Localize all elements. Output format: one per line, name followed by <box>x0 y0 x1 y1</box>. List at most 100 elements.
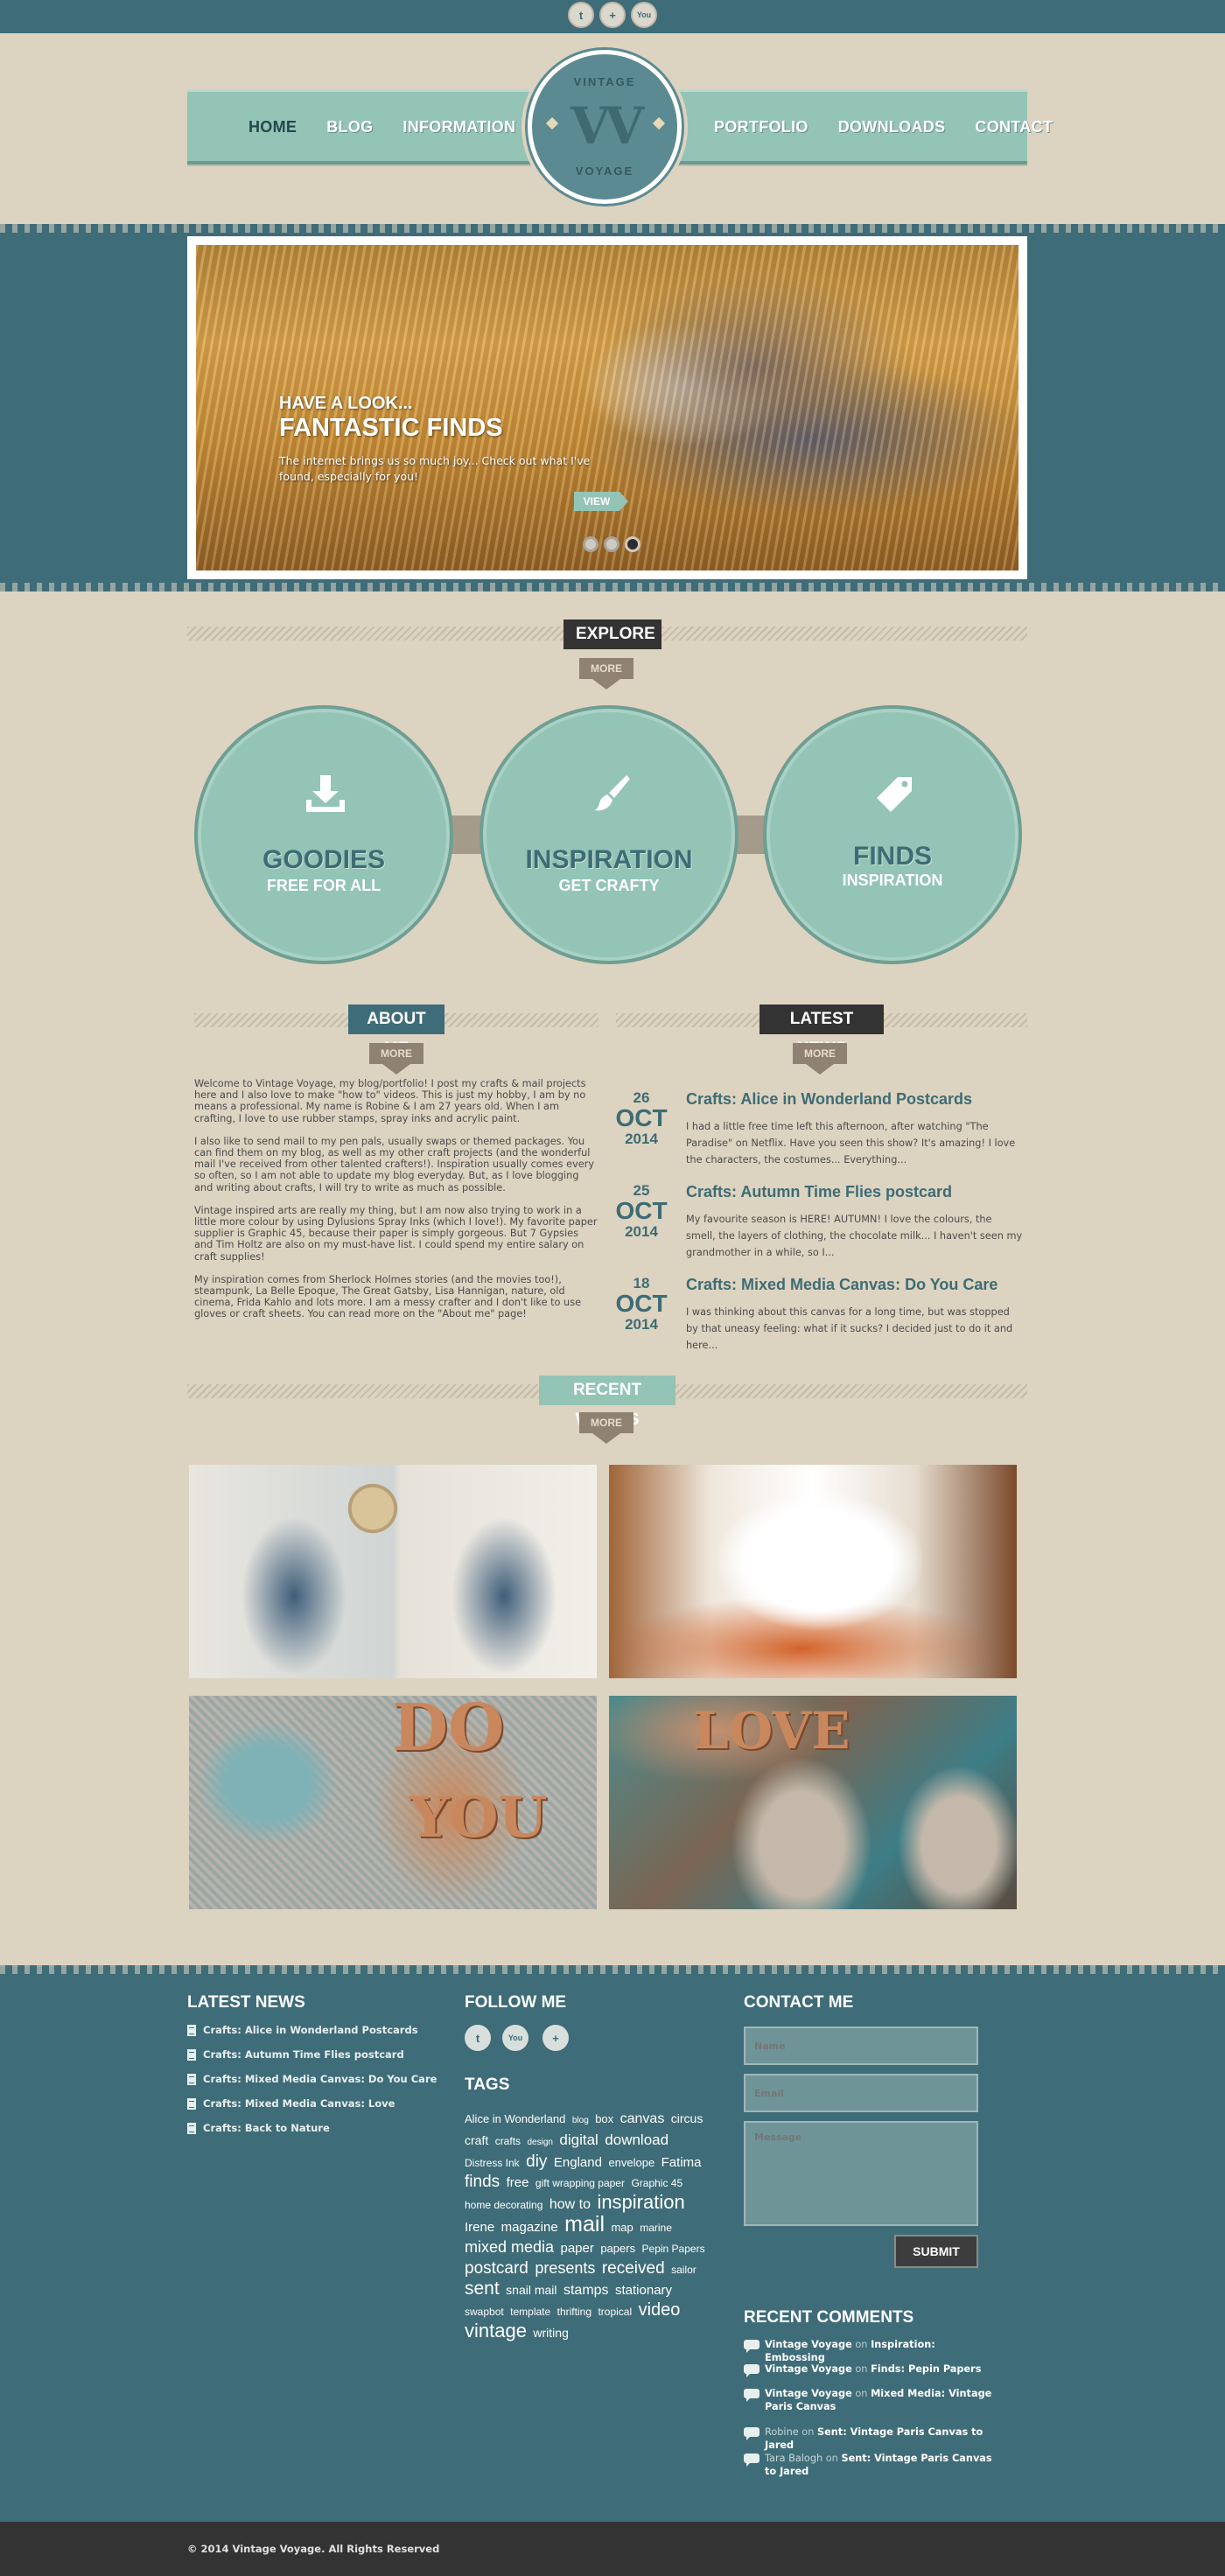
tag-link[interactable]: box <box>595 2112 613 2125</box>
tag-link[interactable]: magazine <box>501 2220 558 2235</box>
tag-link[interactable]: sailor <box>671 2264 696 2276</box>
footer-news-link[interactable]: Crafts: Autumn Time Flies postcard <box>187 2048 437 2072</box>
explore-more[interactable]: MORE <box>579 658 634 690</box>
tag-link[interactable]: craft <box>465 2133 488 2147</box>
explore-finds[interactable]: FINDS INSPIRATION <box>763 705 1022 964</box>
contact-message-field[interactable] <box>744 2121 978 2226</box>
comment-author: Robine <box>765 2426 799 2438</box>
youtube-icon[interactable]: You <box>631 2 657 28</box>
work-alice-postcards[interactable] <box>189 1465 597 1678</box>
tag-link[interactable]: video <box>639 2300 681 2320</box>
tag-link[interactable]: home decorating <box>465 2199 542 2211</box>
slider-dot-2[interactable] <box>604 536 620 552</box>
footer-news-title[interactable]: Crafts: Autumn Time Flies postcard <box>203 2048 404 2061</box>
tag-link[interactable]: stationary <box>615 2283 672 2298</box>
about-more-label[interactable]: MORE <box>369 1043 424 1064</box>
tag-link[interactable]: Fatima <box>662 2155 702 2170</box>
nav-item-information[interactable]: INFORMATION <box>402 118 515 136</box>
slider-dot-1[interactable] <box>583 536 598 552</box>
site-logo[interactable]: VINTAGE VV VOYAGE <box>522 44 688 210</box>
news-title-link[interactable]: Crafts: Mixed Media Canvas: Do You Care <box>686 1276 998 1294</box>
works-more-label[interactable]: MORE <box>579 1412 634 1433</box>
plus-icon[interactable]: + <box>542 2025 569 2051</box>
youtube-icon[interactable]: You <box>502 2025 528 2051</box>
tag-link[interactable]: stamps <box>564 2283 609 2298</box>
tag-link[interactable]: Irene <box>465 2220 494 2235</box>
slide-view-button[interactable]: VIEW <box>574 492 628 511</box>
plus-icon[interactable]: + <box>599 2 626 28</box>
comment-post-link[interactable]: Finds: Pepin Papers <box>871 2363 981 2375</box>
work-autumn-bench[interactable] <box>609 1465 1017 1678</box>
contact-name-field[interactable] <box>744 2026 978 2065</box>
explore-inspiration[interactable]: INSPIRATION GET CRAFTY <box>480 705 738 964</box>
tag-link[interactable]: writing <box>533 2326 568 2340</box>
twitter-icon[interactable]: t <box>465 2025 491 2051</box>
tag-link[interactable]: Distress Ink <box>465 2157 520 2169</box>
tag-link[interactable]: free <box>507 2175 529 2190</box>
tag-link[interactable]: Pepin Papers <box>642 2243 705 2255</box>
tag-link[interactable]: mail <box>564 2212 605 2236</box>
footer-news-title[interactable]: Crafts: Back to Nature <box>203 2122 330 2134</box>
tag-link[interactable]: blog <box>572 2116 589 2125</box>
nav-item-blog[interactable]: BLOG <box>326 118 373 136</box>
nav-item-portfolio[interactable]: PORTFOLIO <box>714 118 808 136</box>
twitter-icon[interactable]: t <box>568 2 594 28</box>
works-more[interactable]: MORE <box>579 1412 634 1444</box>
footer-news-link[interactable]: Crafts: Mixed Media Canvas: Do You Care <box>187 2072 437 2096</box>
tag-link[interactable]: presents <box>535 2259 595 2277</box>
tag-link[interactable]: design <box>527 2138 552 2147</box>
tag-link[interactable]: vintage <box>465 2320 527 2342</box>
tag-link[interactable]: how to <box>550 2197 591 2212</box>
tag-link[interactable]: mixed media <box>465 2238 554 2256</box>
tag-link[interactable]: envelope <box>608 2156 654 2169</box>
nav-item-contact[interactable]: CONTACT <box>975 118 1053 136</box>
tag-link[interactable]: circus <box>671 2111 704 2125</box>
tag-link[interactable]: Alice in Wonderland <box>465 2112 565 2125</box>
about-more[interactable]: MORE <box>369 1043 424 1074</box>
tag-link[interactable]: postcard <box>465 2259 528 2278</box>
contact-submit-button[interactable]: SUBMIT <box>894 2235 978 2268</box>
tag-link[interactable]: canvas <box>620 2111 665 2126</box>
tag-link[interactable]: received <box>602 2259 665 2278</box>
tag-link[interactable]: gift wrapping paper <box>536 2177 625 2189</box>
tag-link[interactable]: diy <box>526 2152 547 2171</box>
explore-goodies[interactable]: GOODIES FREE FOR ALL <box>194 705 453 964</box>
nav-item-home[interactable]: HOME <box>248 118 297 136</box>
footer-news-link[interactable]: Crafts: Back to Nature <box>187 2121 437 2146</box>
footer-news-title[interactable]: Crafts: Mixed Media Canvas: Love <box>203 2097 395 2110</box>
tag-link[interactable]: template <box>510 2306 550 2318</box>
tag-link[interactable]: sent <box>465 2278 500 2299</box>
footer-news-link[interactable]: Crafts: Alice in Wonderland Postcards <box>187 2023 437 2048</box>
tag-link[interactable]: swapbot <box>465 2306 504 2318</box>
tag-link[interactable]: paper <box>561 2241 594 2256</box>
tag-link[interactable]: England <box>554 2155 602 2170</box>
news-more-label[interactable]: MORE <box>793 1043 847 1064</box>
comment-author-link[interactable]: Vintage Voyage <box>765 2363 852 2375</box>
tag-link[interactable]: papers <box>600 2242 635 2255</box>
nav-item-downloads[interactable]: DOWNLOADS <box>838 118 946 136</box>
footer-news-link[interactable]: Crafts: Mixed Media Canvas: Love <box>187 2096 437 2121</box>
tag-link[interactable]: Graphic 45 <box>631 2177 682 2189</box>
tag-link[interactable]: map <box>611 2221 633 2234</box>
news-more[interactable]: MORE <box>793 1043 847 1074</box>
contact-email-field[interactable] <box>744 2074 978 2112</box>
work-do-you-care-canvas[interactable]: DO YOU <box>189 1696 597 1909</box>
tag-link[interactable]: inspiration <box>597 2191 684 2213</box>
tag-link[interactable]: marine <box>640 2222 672 2234</box>
tag-link[interactable]: finds <box>465 2173 500 2191</box>
tag-link[interactable]: digital <box>559 2132 598 2148</box>
tag-link[interactable]: thrifting <box>557 2306 592 2318</box>
explore-more-label[interactable]: MORE <box>579 658 634 679</box>
tag-link[interactable]: tropical <box>598 2306 632 2318</box>
news-title-link[interactable]: Crafts: Alice in Wonderland Postcards <box>686 1090 972 1109</box>
work-love-canvas[interactable]: LOVE <box>609 1696 1017 1909</box>
tag-link[interactable]: crafts <box>495 2135 521 2147</box>
slider-dot-3[interactable] <box>625 536 640 552</box>
footer-news-title[interactable]: Crafts: Alice in Wonderland Postcards <box>203 2024 418 2036</box>
tag-link[interactable]: download <box>605 2132 668 2148</box>
comment-author-link[interactable]: Vintage Voyage <box>765 2339 852 2350</box>
tag-link[interactable]: snail mail <box>506 2283 556 2297</box>
footer-news-title[interactable]: Crafts: Mixed Media Canvas: Do You Care <box>203 2073 437 2085</box>
comment-author-link[interactable]: Vintage Voyage <box>765 2388 852 2399</box>
news-title-link[interactable]: Crafts: Autumn Time Flies postcard <box>686 1183 952 1201</box>
